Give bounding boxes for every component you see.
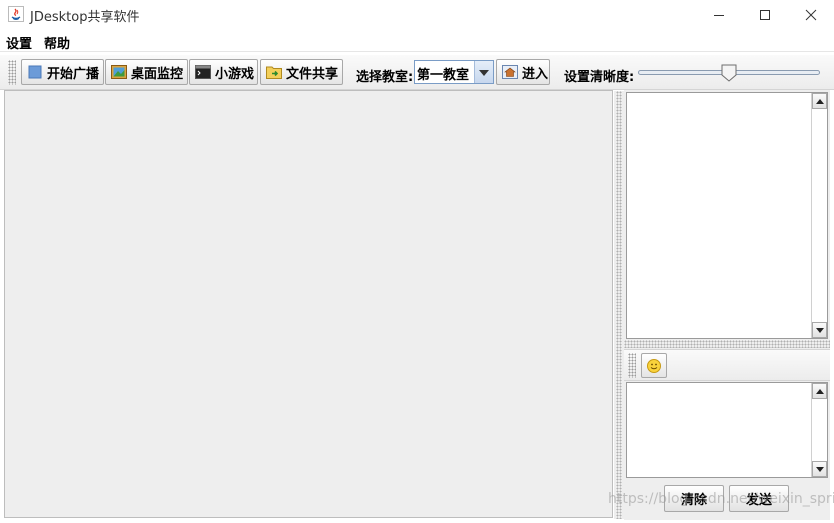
scroll-up-icon[interactable] xyxy=(812,383,827,399)
file-share-label: 文件共享 xyxy=(286,66,339,82)
title-bar: JDesktop共享软件 xyxy=(0,0,834,30)
clarity-slider[interactable] xyxy=(638,63,820,83)
menu-bar: 设置 帮助 xyxy=(0,30,834,52)
enter-label: 进入 xyxy=(522,66,549,82)
close-icon xyxy=(805,9,817,21)
minimize-icon xyxy=(714,15,724,16)
chevron-down-icon[interactable] xyxy=(474,61,493,83)
classroom-select-label: 选择教室: xyxy=(356,70,414,85)
file-share-button[interactable]: 文件共享 xyxy=(260,59,343,85)
close-button[interactable] xyxy=(788,0,834,30)
maximize-button[interactable] xyxy=(742,0,788,30)
classroom-selected-value: 第一教室 xyxy=(417,68,470,83)
smiley-icon xyxy=(647,358,661,373)
console-icon xyxy=(195,65,211,79)
menu-help[interactable]: 帮助 xyxy=(44,33,70,52)
clarity-label: 设置清晰度: xyxy=(564,70,635,85)
desktop-view-panel xyxy=(4,90,613,518)
house-icon xyxy=(502,65,518,79)
chat-input-area[interactable] xyxy=(626,382,828,478)
broadcast-square-icon xyxy=(28,65,42,79)
classroom-combobox[interactable]: 第一教室 xyxy=(414,60,494,84)
chat-history-scrollbar[interactable] xyxy=(811,93,827,338)
maximize-icon xyxy=(760,10,770,20)
chat-toolbar xyxy=(624,349,830,381)
chat-toolbar-grip[interactable] xyxy=(628,353,636,378)
start-broadcast-label: 开始广播 xyxy=(47,66,100,82)
window-title: JDesktop共享软件 xyxy=(30,10,140,25)
emoji-button[interactable] xyxy=(641,353,667,378)
desktop-monitor-label: 桌面监控 xyxy=(131,66,184,82)
chat-input-scrollbar[interactable] xyxy=(811,383,827,477)
slider-thumb[interactable] xyxy=(721,64,737,82)
toolbar-grip[interactable] xyxy=(8,60,16,85)
menu-settings[interactable]: 设置 xyxy=(6,33,32,52)
enter-button[interactable]: 进入 xyxy=(496,59,550,85)
scroll-down-icon[interactable] xyxy=(812,461,827,477)
folder-arrow-icon xyxy=(266,66,282,79)
watermark-text: https://blog.csdn.net/weixin_springs xyxy=(608,491,834,507)
chat-split-divider[interactable] xyxy=(624,340,830,348)
minimize-button[interactable] xyxy=(696,0,742,30)
picture-icon xyxy=(111,65,127,79)
java-app-icon xyxy=(8,6,24,22)
scroll-down-icon[interactable] xyxy=(812,322,827,338)
divider-grip[interactable] xyxy=(616,91,622,519)
start-broadcast-button[interactable]: 开始广播 xyxy=(21,59,104,85)
mini-game-button[interactable]: 小游戏 xyxy=(189,59,258,85)
split-pane-divider[interactable] xyxy=(614,91,624,519)
chat-history-area[interactable] xyxy=(626,92,828,339)
scroll-up-icon[interactable] xyxy=(812,93,827,109)
desktop-monitor-button[interactable]: 桌面监控 xyxy=(105,59,188,85)
mini-game-label: 小游戏 xyxy=(215,66,255,82)
